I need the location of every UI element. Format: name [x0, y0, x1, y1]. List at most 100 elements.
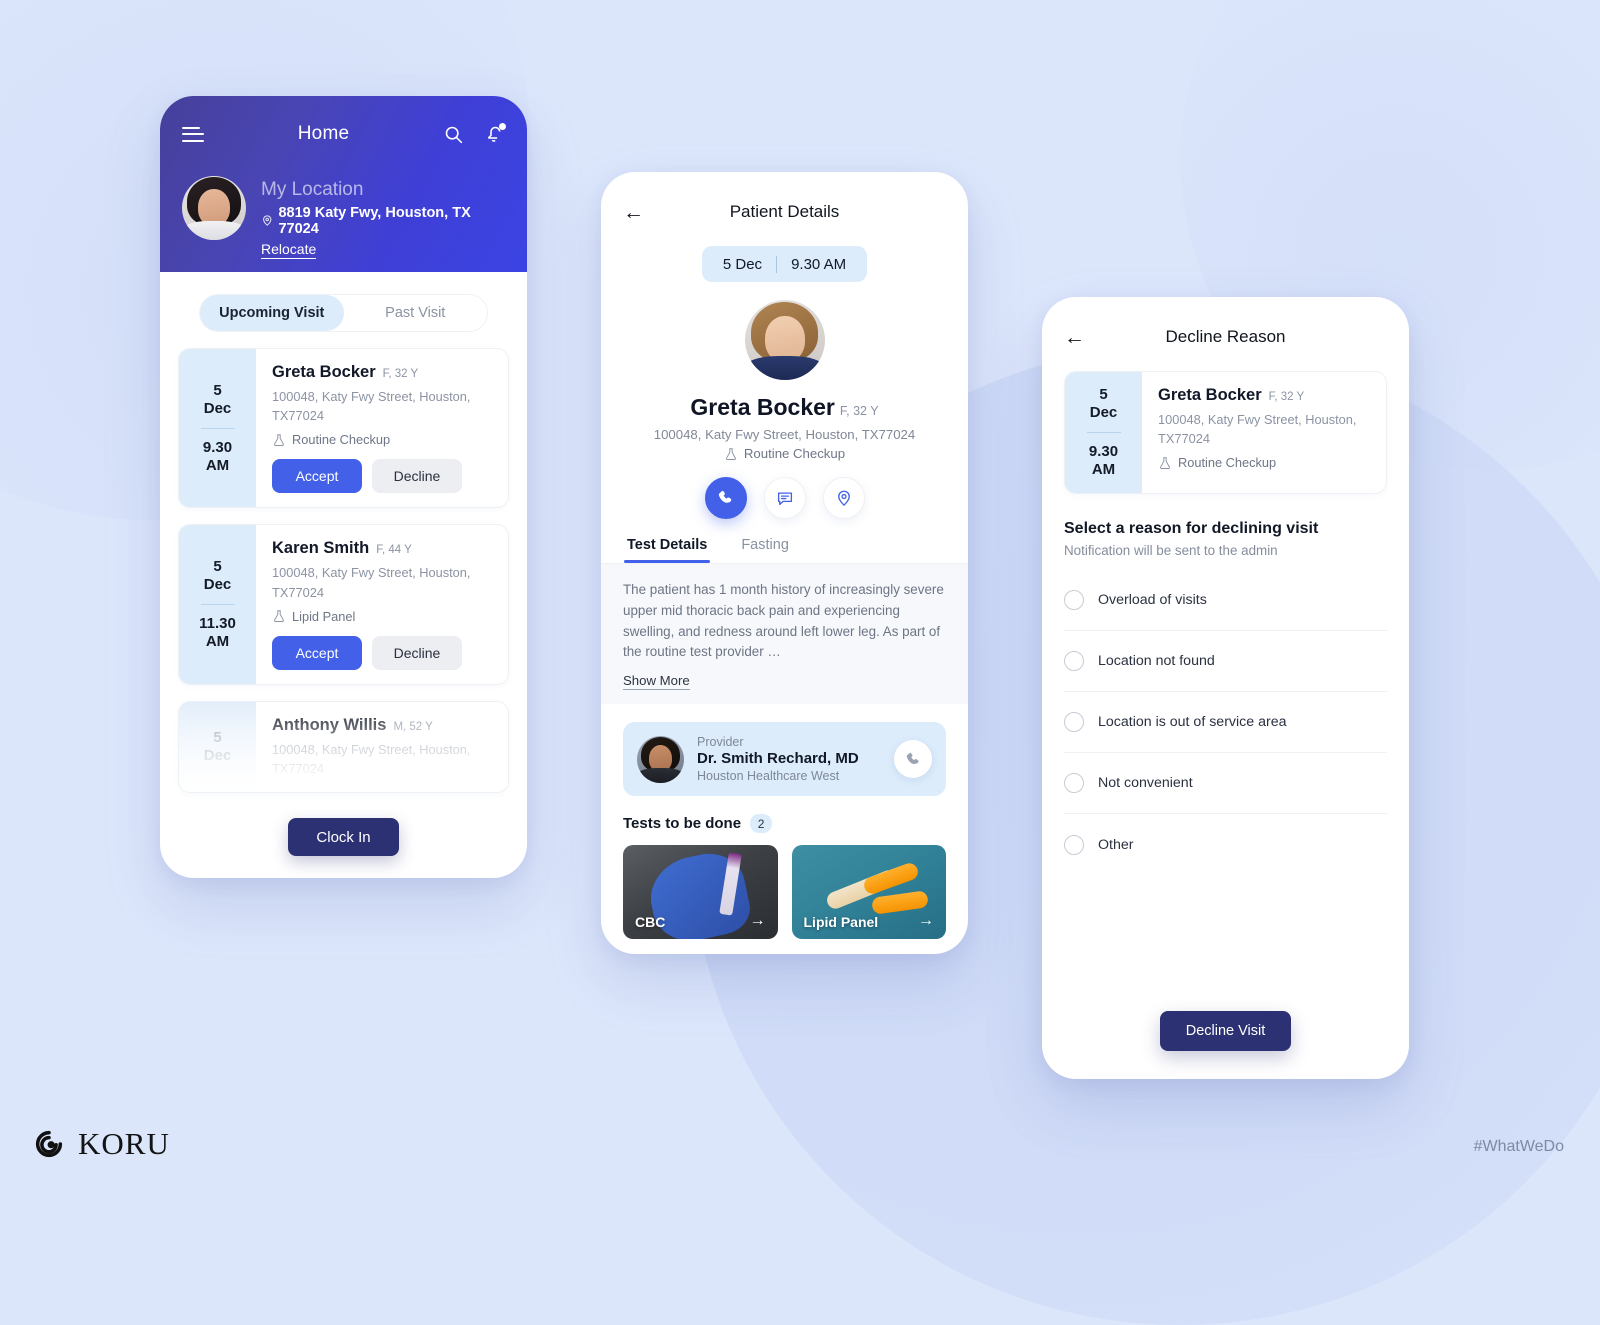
test-name: Lipid Panel — [292, 608, 356, 624]
patient-name: Greta Bocker — [272, 363, 376, 381]
reason-label: Overload of visits — [1098, 592, 1207, 608]
arrow-right-icon: → — [749, 912, 766, 930]
page-title: Patient Details — [729, 202, 840, 221]
reason-option-location-out-of-service-area[interactable]: Location is out of service area — [1064, 692, 1387, 753]
visit-card[interactable]: 5 Dec Anthony Willis M, 52 Y 100048, Katy… — [178, 700, 509, 794]
divider — [200, 427, 235, 429]
patient-name-row: Greta Bocker F, 32 Y — [1158, 386, 1372, 405]
visit-month: Dec — [203, 746, 232, 764]
visit-card[interactable]: 5 Dec 11.30 AM Karen Smith F, 44 Y 100048,… — [178, 524, 509, 685]
description-block: The patient has 1 month history of incre… — [601, 564, 968, 705]
patient-name: Greta Bocker — [1158, 386, 1262, 404]
home-body: Upcoming Visit Past Visit 5 Dec 9.30 AM Gr… — [160, 272, 527, 794]
tab-test-details[interactable]: Test Details — [623, 537, 711, 563]
reason-option-location-not-found[interactable]: Location not found — [1064, 631, 1387, 692]
patient-address: 100048, Katy Fwy Street, Houston, TX7702… — [272, 741, 471, 776]
visit-day: 5 — [213, 728, 222, 746]
tab-fasting[interactable]: Fasting — [741, 537, 789, 563]
visit-card[interactable]: 5 Dec 9.30 AM Greta Bocker F, 32 Y 100048,… — [178, 348, 509, 509]
section-subtitle: Notification will be sent to the admin — [1064, 543, 1278, 558]
patient-details-top: ← Patient Details 5 Dec 9.30 AM Greta Bo… — [601, 172, 968, 563]
clock-in-wrapper: Clock In — [160, 818, 527, 856]
home-header: Home My Location 8819 Katy Fwy, Houston,… — [160, 96, 527, 272]
patient-meta: F, 32 Y — [382, 368, 419, 380]
provider-card[interactable]: Provider Dr. Smith Rechard, MD Houston H… — [623, 722, 946, 797]
patient-name-row: Karen Smith F, 44 Y — [272, 539, 494, 558]
bell-icon[interactable] — [484, 122, 506, 145]
location-pin-icon — [837, 490, 850, 507]
search-icon[interactable] — [443, 124, 464, 145]
flask-icon — [274, 610, 284, 623]
patient-name: Greta Bocker — [690, 394, 835, 420]
tab-upcoming-visit[interactable]: Upcoming Visit — [200, 295, 344, 331]
patient-name-row: Greta Bocker F, 32 Y — [272, 363, 494, 382]
tests-title: Tests to be done — [623, 815, 742, 833]
appointment-datetime: 5 Dec 9.30 AM — [702, 246, 867, 282]
test-card-cbc[interactable]: CBC → — [623, 845, 778, 940]
page-title: Home — [297, 123, 350, 144]
flask-icon — [274, 434, 284, 446]
reason-option-other[interactable]: Other — [1064, 814, 1387, 875]
visit-meridiem: AM — [205, 633, 230, 651]
provider-avatar — [637, 735, 684, 783]
patient-name: Karen Smith — [272, 539, 370, 558]
clock-in-button[interactable]: Clock In — [288, 818, 399, 856]
koru-spiral-icon — [35, 1130, 63, 1158]
koru-wordmark: KORU — [78, 1126, 170, 1161]
test-name: Routine Checkup — [292, 432, 391, 448]
decline-button[interactable]: Decline — [372, 635, 462, 670]
provider-name: Dr. Smith Rechard, MD — [697, 750, 859, 768]
address-text: 8819 Katy Fwy, Houston, TX 77024 — [278, 204, 471, 237]
test-card-label: Lipid Panel — [803, 914, 879, 931]
accept-button[interactable]: Accept — [272, 635, 362, 670]
patient-name-row: Greta Bocker F, 32 Y — [623, 394, 946, 421]
visit-actions: Accept Decline — [272, 635, 494, 670]
visit-test: Lipid Panel — [272, 609, 494, 624]
hamburger-icon[interactable] — [182, 126, 204, 142]
visit-day: 5 — [1099, 386, 1108, 403]
description-text: The patient has 1 month history of incre… — [623, 582, 944, 660]
provider-call-button[interactable] — [894, 740, 932, 779]
message-action-button[interactable] — [763, 477, 806, 519]
provider-label: Provider — [697, 735, 744, 750]
decline-reason-list: Overload of visits Location not found Lo… — [1064, 570, 1387, 875]
tab-past-visit[interactable]: Past Visit — [344, 295, 488, 331]
koru-logo: KORU — [32, 1126, 170, 1162]
visit-datetime: 5 Dec — [179, 701, 256, 793]
decorative-image — [861, 860, 920, 896]
my-location-block: My Location 8819 Katy Fwy, Houston, TX 7… — [182, 172, 505, 259]
accept-button[interactable]: Accept — [272, 459, 362, 494]
patient-address: 100048, Katy Fwy Street, Houston, TX7702… — [1158, 412, 1357, 447]
reason-option-overload-of-visits[interactable]: Overload of visits — [1064, 570, 1387, 631]
user-avatar[interactable] — [182, 176, 246, 240]
patient-avatar — [744, 300, 825, 380]
decline-button[interactable]: Decline — [372, 459, 462, 494]
provider-org: Houston Healthcare West — [697, 769, 840, 784]
call-action-button[interactable] — [704, 477, 747, 519]
reason-label: Location is out of service area — [1098, 714, 1287, 730]
visit-datetime: 5 Dec 11.30 AM — [179, 525, 256, 684]
radio-icon[interactable] — [1064, 834, 1084, 855]
appointment-date: 5 Dec — [722, 255, 763, 273]
patient-meta: F, 44 Y — [376, 544, 412, 557]
relocate-link[interactable]: Relocate — [261, 241, 317, 259]
radio-icon[interactable] — [1064, 590, 1084, 610]
reason-option-not-convenient[interactable]: Not convenient — [1064, 753, 1387, 814]
patient-test: Routine Checkup — [623, 446, 946, 461]
radio-icon[interactable] — [1064, 773, 1084, 793]
radio-icon[interactable] — [1064, 651, 1084, 671]
tests-header: Tests to be done 2 — [623, 814, 946, 834]
location-action-button[interactable] — [822, 477, 865, 519]
test-card-lipid-panel[interactable]: Lipid Panel → — [791, 845, 946, 940]
visit-datetime: 5 Dec 9.30 AM — [1065, 372, 1142, 493]
patient-address: 100048, Katy Fwy Street, Houston, TX7702… — [272, 389, 471, 424]
arrow-right-icon: → — [918, 912, 934, 930]
visit-time: 9.30 — [202, 438, 233, 456]
show-more-link[interactable]: Show More — [623, 673, 690, 691]
visit-datetime: 5 Dec 9.30 AM — [179, 349, 256, 508]
decline-visit-button[interactable]: Decline Visit — [1159, 1011, 1292, 1051]
radio-icon[interactable] — [1064, 712, 1084, 732]
decline-footer: Decline Visit — [1042, 1011, 1409, 1051]
visit-day: 5 — [213, 558, 222, 576]
flask-icon — [725, 447, 736, 460]
